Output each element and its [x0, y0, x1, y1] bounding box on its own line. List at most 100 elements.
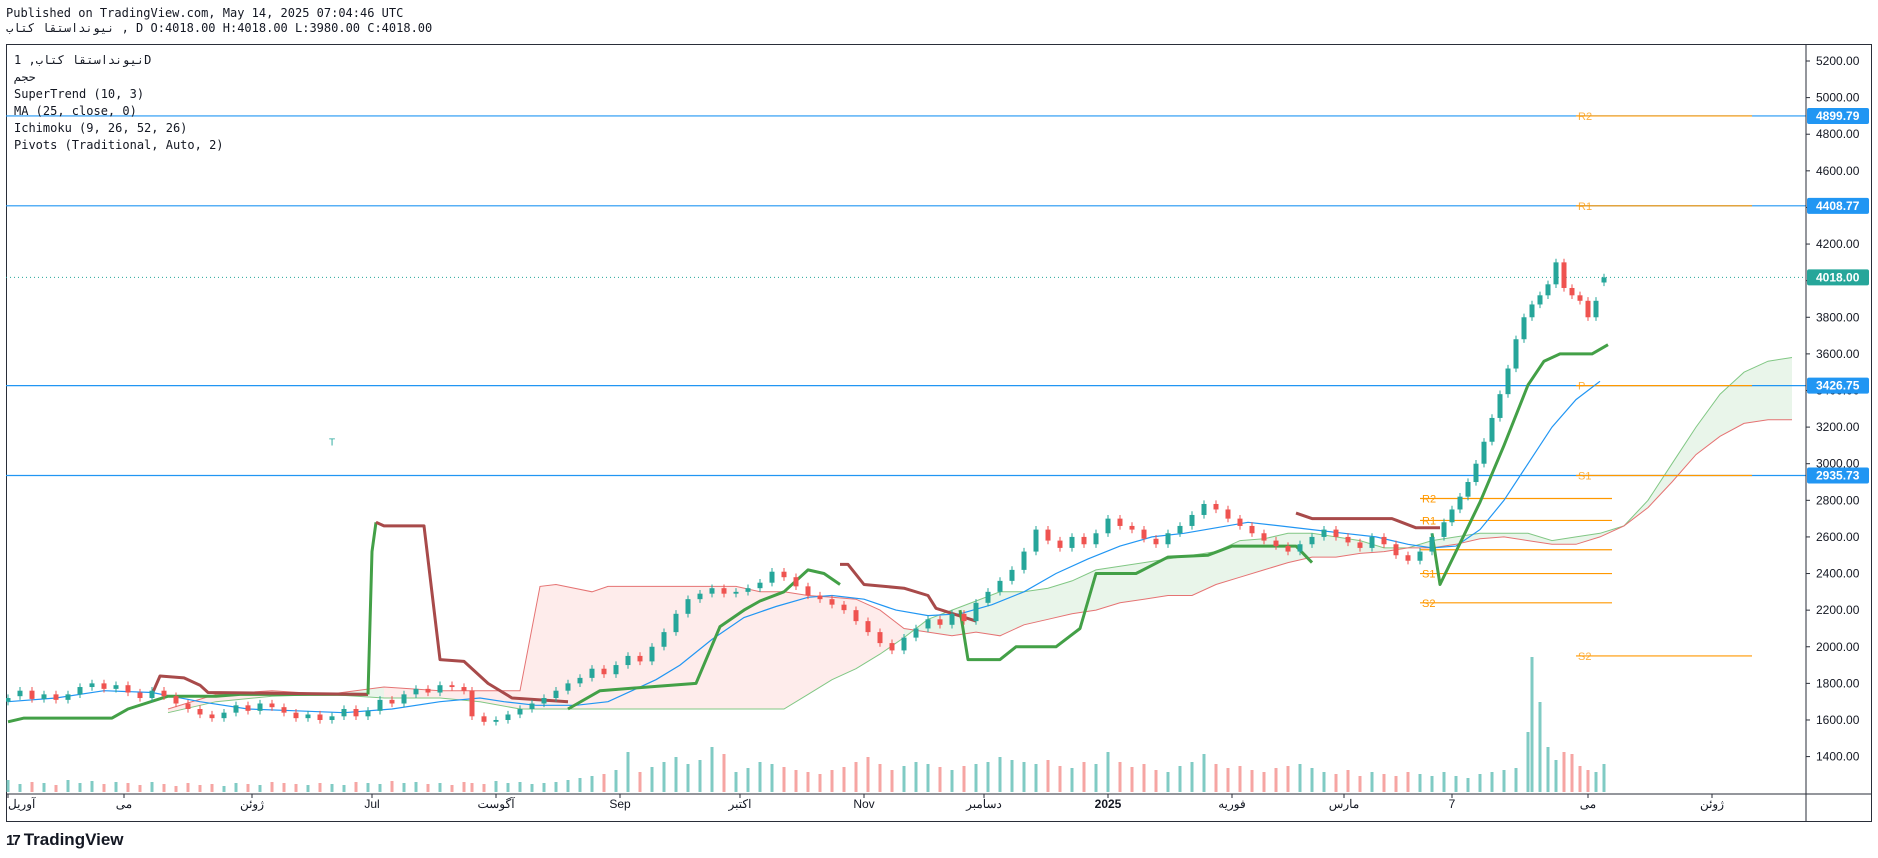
volume-bar: [102, 784, 106, 792]
volume-bar: [1430, 776, 1434, 792]
ichimoku-cloud-segment: [632, 586, 664, 709]
volume-bar: [686, 764, 690, 792]
candle-body: [281, 707, 287, 713]
candle-body: [1521, 317, 1527, 340]
legend-ichimoku[interactable]: Ichimoku (9, 26, 52, 26): [14, 120, 224, 137]
candle: [317, 710, 323, 724]
candle-body: [1021, 551, 1027, 570]
volume-bar: [1538, 702, 1542, 792]
volume-bar: [470, 783, 474, 792]
ichimoku-cloud-segment: [1000, 591, 1024, 636]
candle-body: [1513, 339, 1519, 369]
candle-body: [101, 683, 107, 689]
candle: [1505, 364, 1511, 398]
volume-bar: [1070, 768, 1074, 792]
volume-bar: [998, 757, 1002, 792]
candle-body: [1393, 544, 1399, 556]
brand[interactable]: 17 TradingView: [6, 830, 124, 850]
price-tick-label: 2800.00: [1816, 493, 1860, 507]
candle-body: [985, 591, 991, 603]
time-tick-label: Jul: [364, 797, 379, 811]
price-tick-label: 3200.00: [1816, 420, 1860, 434]
candle-body: [853, 610, 859, 622]
time-tick-label: اکتبر: [728, 797, 752, 811]
candle-body: [817, 595, 823, 600]
volume-bar: [758, 762, 762, 792]
volume-bar: [18, 784, 22, 792]
candle: [1537, 291, 1543, 309]
level-price-tag: 4408.77: [1807, 197, 1869, 214]
candle-body: [245, 705, 251, 711]
volume-bar: [42, 783, 46, 792]
volume-bar: [234, 783, 238, 792]
candle-body: [53, 694, 59, 700]
candle: [137, 688, 143, 702]
candle-body: [1489, 417, 1495, 442]
time-tick-label: مارس: [1329, 797, 1360, 811]
candle-body: [77, 687, 83, 695]
candle: [1165, 529, 1171, 548]
candle-body: [1009, 569, 1015, 581]
ichimoku-cloud-segment: [1552, 536, 1576, 545]
volume-bar: [1346, 770, 1350, 792]
candle-body: [793, 577, 799, 587]
volume-bar: [150, 782, 154, 792]
time-tick-label: Nov: [853, 797, 874, 811]
volume-bar: [734, 772, 738, 792]
candle: [481, 712, 487, 726]
volume-bar: [1478, 774, 1482, 792]
legend-ma[interactable]: MA (25, close, 0): [14, 103, 224, 120]
volume-bar: [294, 784, 298, 792]
volume-bar: [1442, 772, 1446, 792]
volume-bar: [1058, 766, 1062, 792]
volume-bar: [482, 784, 486, 792]
candle-body: [1273, 540, 1279, 547]
candle-body: [389, 699, 395, 704]
candle-body: [1261, 533, 1267, 541]
candle-body: [661, 632, 667, 647]
volume-bar: [1554, 760, 1558, 792]
candle-body: [353, 708, 359, 717]
candle: [1405, 551, 1411, 565]
last-price-tag: 4018.00: [1807, 269, 1869, 286]
candle-body: [1545, 284, 1551, 296]
candle-body: [1069, 536, 1075, 548]
volume-bar: [1490, 772, 1494, 792]
candle-body: [973, 602, 979, 622]
volume-bar: [114, 782, 118, 792]
candle-body: [1429, 536, 1435, 552]
candle-body: [1333, 529, 1339, 537]
candle-body: [305, 714, 311, 719]
volume-bar: [1274, 768, 1278, 792]
candle-body: [1285, 546, 1291, 552]
ichimoku-cloud-segment: [480, 690, 520, 709]
candle: [1441, 518, 1447, 541]
legend-supertrend[interactable]: SuperTrend (10, 3): [14, 86, 224, 103]
volume-bar: [578, 778, 582, 792]
time-tick-label: آگوست: [477, 796, 515, 811]
volume-bar: [30, 782, 34, 792]
price-chart[interactable]: R2 R1 S1 S2 R2 R1 P S1 S2 1400.00 1600.00 1800.00 20…: [0, 0, 1878, 858]
candle: [1545, 280, 1551, 299]
candle-body: [221, 712, 227, 719]
legend-pivots[interactable]: Pivots (Traditional, Auto, 2): [14, 137, 224, 154]
price-tick-label: 1800.00: [1816, 676, 1860, 690]
candle-body: [149, 690, 155, 699]
volume-bar: [462, 782, 466, 792]
candle: [125, 681, 131, 697]
candle: [1489, 414, 1495, 446]
candle: [1117, 514, 1123, 530]
volume-bar: [542, 783, 546, 792]
candle-body: [1473, 463, 1479, 483]
volume-bar: [1530, 657, 1534, 792]
volume-bar: [330, 784, 334, 792]
candle: [341, 705, 347, 720]
ichimoku-cloud-segment: [1504, 533, 1528, 541]
candle: [1381, 533, 1387, 548]
volume-bar: [1166, 772, 1170, 792]
volume-bar: [506, 783, 510, 792]
candle-body: [865, 621, 871, 633]
candle-body: [1381, 536, 1387, 545]
candle: [245, 701, 251, 715]
candle-body: [757, 582, 763, 589]
